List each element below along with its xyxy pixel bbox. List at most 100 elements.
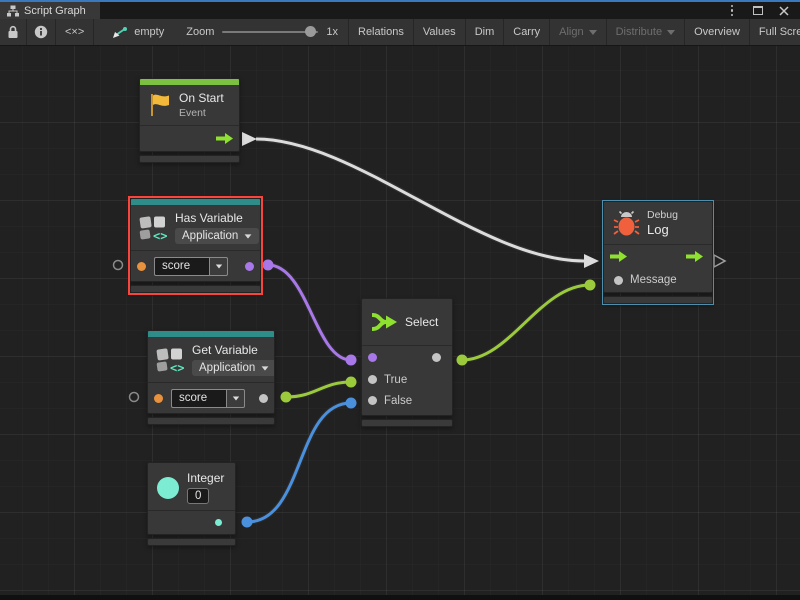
- false-port-label: False: [384, 395, 412, 407]
- info-button[interactable]: [27, 19, 56, 45]
- node-header: Debug Log: [604, 202, 712, 244]
- node-title: Get Variable: [192, 343, 275, 357]
- integer-output-port[interactable]: [215, 519, 222, 526]
- full-screen-button[interactable]: Full Screen: [750, 19, 800, 45]
- unconnected-flow-triangle[interactable]: [714, 255, 725, 267]
- node-header: On Start Event: [140, 85, 239, 125]
- selection-output-port[interactable]: [432, 353, 441, 362]
- flow-input-port[interactable]: [610, 251, 627, 262]
- distribute-button[interactable]: Distribute: [607, 19, 685, 45]
- zoom-control: Zoom 1x: [176, 19, 348, 45]
- variable-name-value: score: [154, 257, 209, 276]
- variable-scope-dropdown[interactable]: Application: [175, 228, 259, 244]
- variable-scope-label: Application: [199, 362, 255, 374]
- chevron-down-icon: [245, 234, 252, 238]
- message-port-label: Message: [630, 274, 677, 286]
- code-toggle-button[interactable]: <×>: [56, 19, 94, 45]
- node-on-start[interactable]: On Start Event: [139, 78, 240, 163]
- values-button[interactable]: Values: [414, 19, 466, 45]
- zoom-label: Zoom: [186, 26, 214, 38]
- node-debug-log[interactable]: Debug Log Message: [603, 201, 713, 304]
- tab-script-graph[interactable]: Script Graph: [0, 2, 100, 19]
- bottom-edge: [0, 595, 800, 600]
- graph-canvas[interactable]: On Start Event: [0, 46, 800, 600]
- node-footer: [147, 417, 275, 425]
- bug-icon: [613, 210, 640, 237]
- node-title: On Start: [179, 91, 224, 105]
- graph-toolbar: <×> empty Zoom 1x Relations Values Dim C…: [0, 19, 800, 46]
- result-output-port[interactable]: [245, 262, 254, 271]
- flag-icon: [148, 92, 172, 118]
- node-get-variable[interactable]: <> Get Variable Application score: [147, 330, 275, 425]
- variable-scope-dropdown[interactable]: Application: [192, 360, 275, 376]
- node-title: Log: [647, 222, 678, 237]
- false-input-port[interactable]: [368, 396, 377, 405]
- svg-text:<>: <>: [170, 361, 184, 373]
- node-has-variable[interactable]: <> Has Variable Application score: [130, 198, 261, 293]
- message-input-port[interactable]: [614, 276, 623, 285]
- graph-pointer-icon: [112, 26, 128, 39]
- flow-output-port[interactable]: [686, 251, 703, 262]
- menu-icon[interactable]: [726, 5, 738, 17]
- chevron-down-icon: [667, 30, 675, 35]
- node-header: Select: [362, 299, 452, 345]
- node-header: Integer 0: [148, 463, 235, 510]
- node-header: <> Get Variable Application: [148, 337, 274, 382]
- svg-text:<>: <>: [153, 229, 167, 241]
- zoom-slider-thumb[interactable]: [305, 26, 316, 37]
- node-footer: [130, 285, 261, 293]
- flow-output-port[interactable]: [216, 133, 233, 144]
- chevron-down-icon: [262, 366, 269, 370]
- chevron-down-icon[interactable]: [226, 389, 245, 408]
- script-graph-window: Script Graph <×>: [0, 0, 800, 600]
- node-header: <> Has Variable Application: [131, 205, 260, 250]
- integer-value-field[interactable]: 0: [187, 488, 209, 504]
- graph-pointer[interactable]: empty: [94, 19, 176, 45]
- condition-input-port[interactable]: [368, 353, 377, 362]
- zoom-slider[interactable]: [222, 31, 318, 33]
- unconnected-port-circle[interactable]: [130, 393, 139, 402]
- node-footer: [603, 296, 713, 304]
- integer-icon: [156, 476, 180, 500]
- window-controls: [726, 2, 800, 19]
- wire-end-arrow: [584, 254, 599, 268]
- relations-button[interactable]: Relations: [348, 19, 414, 45]
- wire-onstart-to-debug[interactable]: [256, 139, 584, 261]
- node-title: Integer: [187, 471, 224, 485]
- node-subtitle: Event: [179, 107, 224, 119]
- node-integer[interactable]: Integer 0: [147, 462, 236, 546]
- align-button[interactable]: Align: [550, 19, 606, 45]
- wire-getvariable-to-select-true[interactable]: [286, 382, 351, 397]
- tab-label: Script Graph: [24, 5, 86, 17]
- lock-button[interactable]: [0, 19, 27, 45]
- variables-icon: <>: [156, 346, 185, 373]
- graph-pointer-label: empty: [134, 26, 164, 38]
- node-title: Select: [405, 315, 438, 329]
- value-output-port[interactable]: [259, 394, 268, 403]
- variable-name-input-port[interactable]: [137, 262, 146, 271]
- chevron-down-icon[interactable]: [209, 257, 228, 276]
- true-port-label: True: [384, 374, 407, 386]
- info-icon: [34, 25, 48, 39]
- variable-scope-label: Application: [182, 230, 238, 242]
- variable-name-dropdown[interactable]: score: [171, 389, 245, 408]
- node-select[interactable]: Select True False: [361, 298, 453, 427]
- wire-hasvariable-to-select[interactable]: [268, 265, 351, 360]
- node-footer: [139, 155, 240, 163]
- dim-button[interactable]: Dim: [466, 19, 505, 45]
- tab-bar: Script Graph: [0, 2, 800, 19]
- close-icon[interactable]: [778, 5, 790, 17]
- node-footer: [147, 538, 236, 546]
- unconnected-port-circle[interactable]: [114, 261, 123, 270]
- variable-name-dropdown[interactable]: score: [154, 257, 228, 276]
- true-input-port[interactable]: [368, 375, 377, 384]
- maximize-icon[interactable]: [752, 5, 764, 17]
- overview-button[interactable]: Overview: [685, 19, 750, 45]
- code-glyph: <×>: [65, 26, 84, 38]
- variable-name-input-port[interactable]: [154, 394, 163, 403]
- variables-icon: <>: [139, 214, 168, 241]
- toolbar-right-buttons: Relations Values Dim Carry Align Distrib…: [348, 19, 800, 45]
- wire-select-to-debug-message[interactable]: [462, 285, 590, 360]
- carry-button[interactable]: Carry: [504, 19, 550, 45]
- chevron-down-icon: [589, 30, 597, 35]
